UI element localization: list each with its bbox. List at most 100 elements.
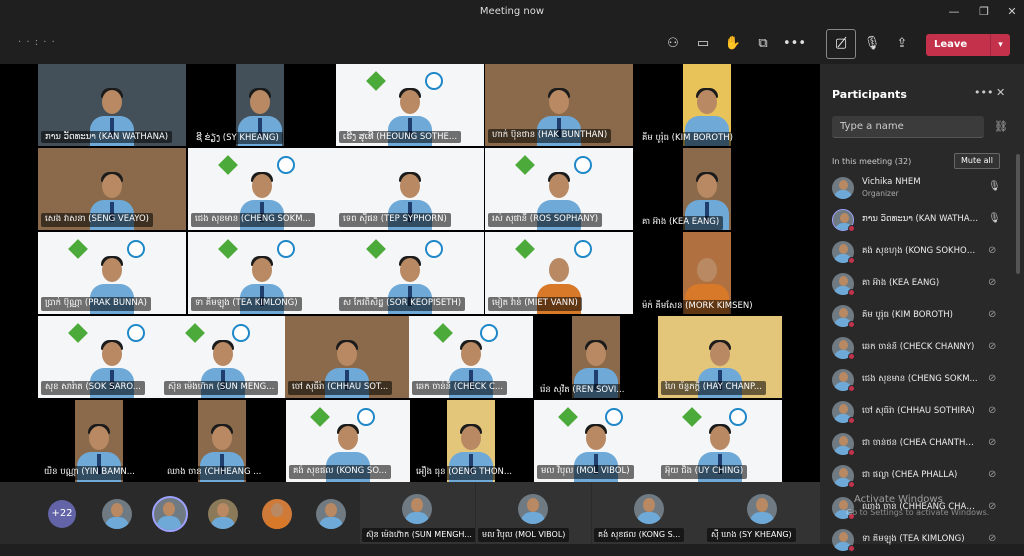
mic-icon[interactable]: 🎙 <box>988 213 1001 224</box>
panel-more-icon[interactable]: ••• <box>974 86 993 99</box>
video-tile[interactable]: ទា គីមឡុង (TEA KIMLONG) <box>188 232 336 314</box>
video-tile[interactable]: សេង វាសនា (SENG VEAYO) <box>38 148 186 230</box>
strip-tile[interactable]: ស៊ី ឃាង (SY KHEANG) <box>705 482 820 544</box>
participant-name: ស៊ី ឃាង (SY KHEANG) <box>707 528 796 542</box>
participant-name: គង់ សុខផល (KONG SO... <box>289 465 391 479</box>
breakout-icon[interactable]: ⧉ <box>752 34 774 54</box>
title-bar: Meeting now — ❐ ✕ <box>0 0 1024 24</box>
participant-row[interactable]: ចៅ សុធីរ៉ា (CHHAU SOTHIRA) ⊘ <box>820 396 1010 428</box>
participant-name: មល វិបុល (MOL VIBOL) <box>478 528 570 542</box>
participant-name: រស់ សុផានី (ROS SOPHANY) <box>488 213 603 227</box>
mic-icon[interactable]: 🎙 <box>861 34 883 54</box>
video-tile[interactable]: គង់ សុខផល (KONG SO... <box>286 400 410 482</box>
participant-name: ទា គីមឡុង (TEA KIMLONG) <box>191 297 302 311</box>
participant-name: ស កែវពិសិដ្ឋ (SOR KEOPISETH) <box>339 297 466 311</box>
participant-name: មៀត វ៉ាន់ (MIET VANN) <box>488 297 582 311</box>
participant-name: ជេង សុខមាន (CHENG SOKM... <box>191 213 315 227</box>
meeting-timer: · · : · · <box>18 37 56 48</box>
participant-name: សុខ សារ៉ាត (SOK SARO... <box>41 381 145 395</box>
mic-off-icon[interactable]: ⊘ <box>988 341 996 352</box>
participant-row[interactable]: ການ ວັດທະນາ (KAN WATHANA) 🎙 <box>820 204 1010 236</box>
mic-off-icon[interactable]: ⊘ <box>988 405 996 416</box>
status-badge <box>848 545 855 552</box>
video-tile[interactable]: មៀត វ៉ាន់ (MIET VANN) <box>485 232 633 314</box>
participant-name: ប្រាក់ ប៊ុណ្ណា (PRAK BUNNA) <box>41 297 151 311</box>
search-input[interactable]: Type a name <box>832 116 984 138</box>
participant-row[interactable]: គីម បូរ៉ុធ (KIM BOROTH) ⊘ <box>820 300 1010 332</box>
close-window-icon[interactable]: ✕ <box>1004 4 1020 20</box>
video-tile[interactable]: ហៃ ច័ន្ទភក្តី (HAY CHANP... <box>658 316 782 398</box>
video-tile[interactable]: ហាក់ ប៊ុនថាន (HAK BUNTHAN) <box>485 64 633 146</box>
scrollbar[interactable] <box>1016 154 1020 274</box>
section-header[interactable]: In this meeting (32) <box>832 157 911 166</box>
participant-name: ហៃ ច័ន្ទភក្តី (HAY CHANP... <box>661 381 766 395</box>
mute-all-button[interactable]: Mute all <box>954 153 1000 169</box>
video-tile[interactable]: ស៊ុន ម៉េងហ៊ាក (SUN MENG... <box>161 316 285 398</box>
participants-icon[interactable]: ⚇ <box>662 34 684 54</box>
participant-name: ການ ວັດທະນາ (KAN WATHANA) <box>41 131 173 143</box>
mic-off-icon[interactable]: ⊘ <box>988 373 996 384</box>
participant-row[interactable]: Vichika NHEM Organizer 🎙 <box>820 172 1010 204</box>
participant-row[interactable]: ជា ចាន់ថន (CHEA CHANTHOR) ⊘ <box>820 428 1010 460</box>
participant-row[interactable]: ឆេក ចាន់នី (CHECK CHANNY) ⊘ <box>820 332 1010 364</box>
mic-off-icon[interactable]: ⊘ <box>988 245 996 256</box>
avatar[interactable] <box>316 499 346 529</box>
participant-name: ទេព ស៊ីផន (TEP SYPHORN) <box>339 213 451 227</box>
avatar[interactable] <box>152 496 188 532</box>
close-icon[interactable]: ✕ <box>996 86 1005 99</box>
avatar[interactable] <box>208 499 238 529</box>
video-tile[interactable]: ចៅ សុធីរ៉ា (CHHAU SOT... <box>285 316 409 398</box>
video-tile[interactable]: ទេព ស៊ីផន (TEP SYPHORN) <box>336 148 484 230</box>
share-link-icon[interactable]: ⛓ <box>994 120 1008 133</box>
avatar <box>518 494 548 524</box>
avatar[interactable] <box>262 499 292 529</box>
overflow-strip: +22 ស៊ុន ម៉េងហ៊ាក (SUN MENGH... មល វិបុល… <box>0 482 820 544</box>
mic-off-icon[interactable]: ⊘ <box>988 309 996 320</box>
status-badge <box>848 321 855 328</box>
participant-name: ស៊ុន ម៉េងហ៊ាក (SUN MENG... <box>164 381 279 395</box>
participant-row[interactable]: គា អ៊ាង (KEA EANG) ⊘ <box>820 268 1010 300</box>
video-tile[interactable]: ឆេក ចាន់នី (CHECK C... <box>409 316 533 398</box>
participant-name: អឿង ធុន (OENG THON... <box>412 466 516 480</box>
mic-off-icon[interactable]: ⊘ <box>988 437 996 448</box>
video-tile[interactable]: រស់ សុផានី (ROS SOPHANY) <box>485 148 633 230</box>
mic-off-icon[interactable]: ⊘ <box>988 533 996 544</box>
video-tile[interactable]: ການ ວັດທະນາ (KAN WATHANA) <box>38 64 186 146</box>
maximize-icon[interactable]: ❐ <box>976 4 992 20</box>
video-tile[interactable]: ស កែវពិសិដ្ឋ (SOR KEOPISETH) <box>336 232 484 314</box>
mic-off-icon[interactable]: ⊘ <box>988 469 996 480</box>
avatar[interactable] <box>102 499 132 529</box>
camera-off-icon[interactable]: ▢̸ <box>826 29 856 59</box>
video-tile[interactable]: ប្រាក់ ប៊ុណ្ណា (PRAK BUNNA) <box>38 232 186 314</box>
mic-off-icon[interactable]: ⊘ <box>988 277 996 288</box>
share-icon[interactable]: ⇪ <box>891 34 913 54</box>
panel-title: Participants <box>832 88 907 101</box>
minimize-icon[interactable]: — <box>946 4 962 20</box>
video-tile[interactable]: ជេង សុខមាន (CHENG SOKM... <box>188 148 336 230</box>
more-participants-button[interactable]: +22 <box>48 500 76 528</box>
participant-name: ຊີ ຂ່ຽງ (SY KHEANG) <box>192 132 283 144</box>
participant-row[interactable]: ជេង សុខមាន (CHENG SOKM... ⊘ <box>820 364 1010 396</box>
video-tile[interactable]: ເຮີງ ສຸເທີ (HEOUNG SOTHE... <box>336 64 484 146</box>
avatar <box>402 494 432 524</box>
status-badge <box>848 225 855 232</box>
participant-row[interactable]: ជា ផល្លា (CHEA PHALLA) ⊘ <box>820 460 1010 492</box>
video-tile[interactable]: មល វិបុល (MOL VIBOL) <box>534 400 658 482</box>
chevron-down-icon[interactable]: ▾ <box>990 34 1010 56</box>
video-gallery: ການ ວັດທະນາ (KAN WATHANA) ຊີ ຂ່ຽງ (SY KH… <box>0 64 820 482</box>
participant-row[interactable]: ទា គីមឡុង (TEA KIMLONG) ⊘ <box>820 524 1010 556</box>
more-icon[interactable]: ••• <box>783 34 806 54</box>
participant-name: ហាក់ ប៊ុនថាន (HAK BUNTHAN) <box>488 129 612 143</box>
mic-icon[interactable]: 🎙 <box>988 181 1001 192</box>
chat-icon[interactable]: ▭ <box>692 34 714 54</box>
participant-name: គីម បូរ៉ុធ (KIM BOROTH) <box>638 132 737 146</box>
status-badge <box>848 289 855 296</box>
strip-tile[interactable]: មល វិបុល (MOL VIBOL) <box>476 482 591 544</box>
leave-button[interactable]: Leave ▾ <box>926 34 1010 56</box>
strip-tile[interactable]: ស៊ុន ម៉េងហ៊ាក (SUN MENGH... <box>360 482 475 544</box>
strip-tile[interactable]: គង់ សុខផល (KONG S... <box>592 482 707 544</box>
raise-hand-icon[interactable]: ✋ <box>722 34 744 54</box>
status-badge <box>848 449 855 456</box>
participant-row[interactable]: គង់ សុខហុង (KONG SOKHOR... ⊘ <box>820 236 1010 268</box>
video-tile[interactable]: អ៊ុយ ជិង (UY CHING) <box>658 400 782 482</box>
